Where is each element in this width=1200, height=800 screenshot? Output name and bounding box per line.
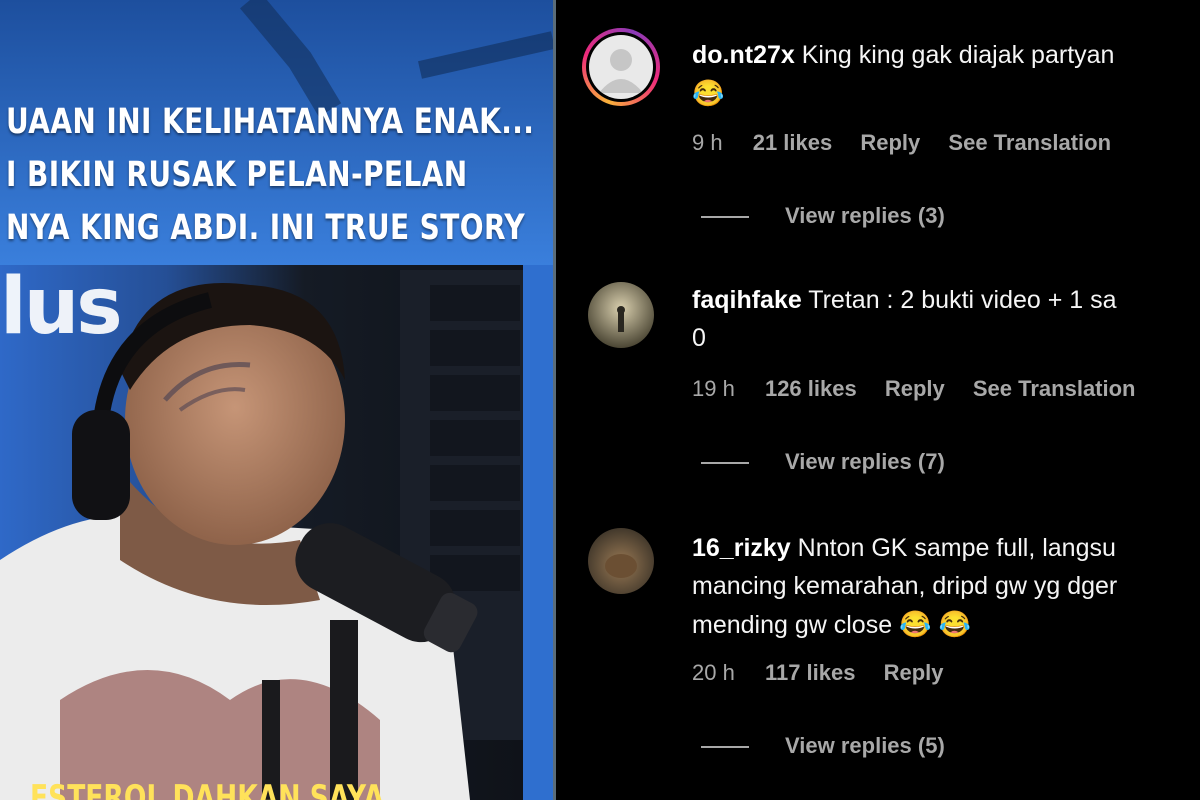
- comment-emoji: 😂 😂: [899, 609, 972, 639]
- reply-button[interactable]: Reply: [885, 376, 945, 401]
- avatar-photo: [588, 282, 654, 348]
- replies-line: [701, 216, 749, 219]
- comment-text-line3: mending gw close: [692, 611, 893, 639]
- see-translation-button[interactable]: See Translation: [948, 130, 1111, 155]
- caption-line-1: UAAN INI KELIHATANNYA ENAK...: [6, 102, 535, 142]
- comments-panel[interactable]: do.nt27x King king gak diajak partyan 😂 …: [556, 0, 1200, 800]
- like-count[interactable]: 126 likes: [765, 376, 857, 401]
- avatar[interactable]: [588, 528, 654, 594]
- video-frame[interactable]: UAAN INI KELIHATANNYA ENAK... I BIKIN RU…: [0, 0, 553, 800]
- comment-time: 9 h: [692, 130, 723, 155]
- default-profile-icon: [589, 35, 653, 99]
- replies-line: [701, 746, 749, 749]
- comment-username[interactable]: 16_rizky: [692, 534, 791, 562]
- caption-line-3: NYA KING ABDI. INI TRUE STORY: [6, 208, 526, 248]
- view-replies-label: View replies (5): [785, 733, 945, 758]
- reply-button[interactable]: Reply: [860, 130, 920, 155]
- bottom-caption: ESTEROL DAHKAN SAYA: [30, 778, 385, 800]
- view-replies-button[interactable]: View replies (5): [701, 733, 945, 759]
- view-replies-button[interactable]: View replies (7): [701, 449, 945, 475]
- comment-text: Tretan : 2 bukti video + 1 sa: [808, 286, 1117, 314]
- avatar-photo: [588, 528, 654, 594]
- comment-username[interactable]: do.nt27x: [692, 41, 795, 69]
- view-replies-label: View replies (7): [785, 449, 945, 474]
- comment-time: 19 h: [692, 376, 735, 401]
- like-count[interactable]: 117 likes: [765, 660, 856, 685]
- replies-line: [701, 462, 749, 465]
- comment-time: 20 h: [692, 660, 735, 685]
- avatar[interactable]: [582, 28, 660, 106]
- comment-text: Nnton GK sampe full, langsu: [797, 534, 1116, 562]
- studio-logo: lus: [0, 262, 123, 352]
- view-replies-button[interactable]: View replies (3): [701, 203, 945, 229]
- comment-emoji: 😂: [692, 78, 725, 108]
- see-translation-button[interactable]: See Translation: [973, 376, 1136, 401]
- comment-username[interactable]: faqihfake: [692, 286, 802, 314]
- comment-text-line2: mancing kemarahan, dripd gw yg dger: [692, 572, 1118, 600]
- like-count[interactable]: 21 likes: [753, 130, 833, 155]
- comment-text-line2: 0: [692, 324, 706, 352]
- comment-text: King king gak diajak partyan: [801, 41, 1115, 69]
- avatar[interactable]: [588, 282, 654, 348]
- reply-button[interactable]: Reply: [884, 660, 944, 685]
- caption-line-2: I BIKIN RUSAK PELAN-PELAN: [6, 155, 468, 195]
- view-replies-label: View replies (3): [785, 203, 945, 228]
